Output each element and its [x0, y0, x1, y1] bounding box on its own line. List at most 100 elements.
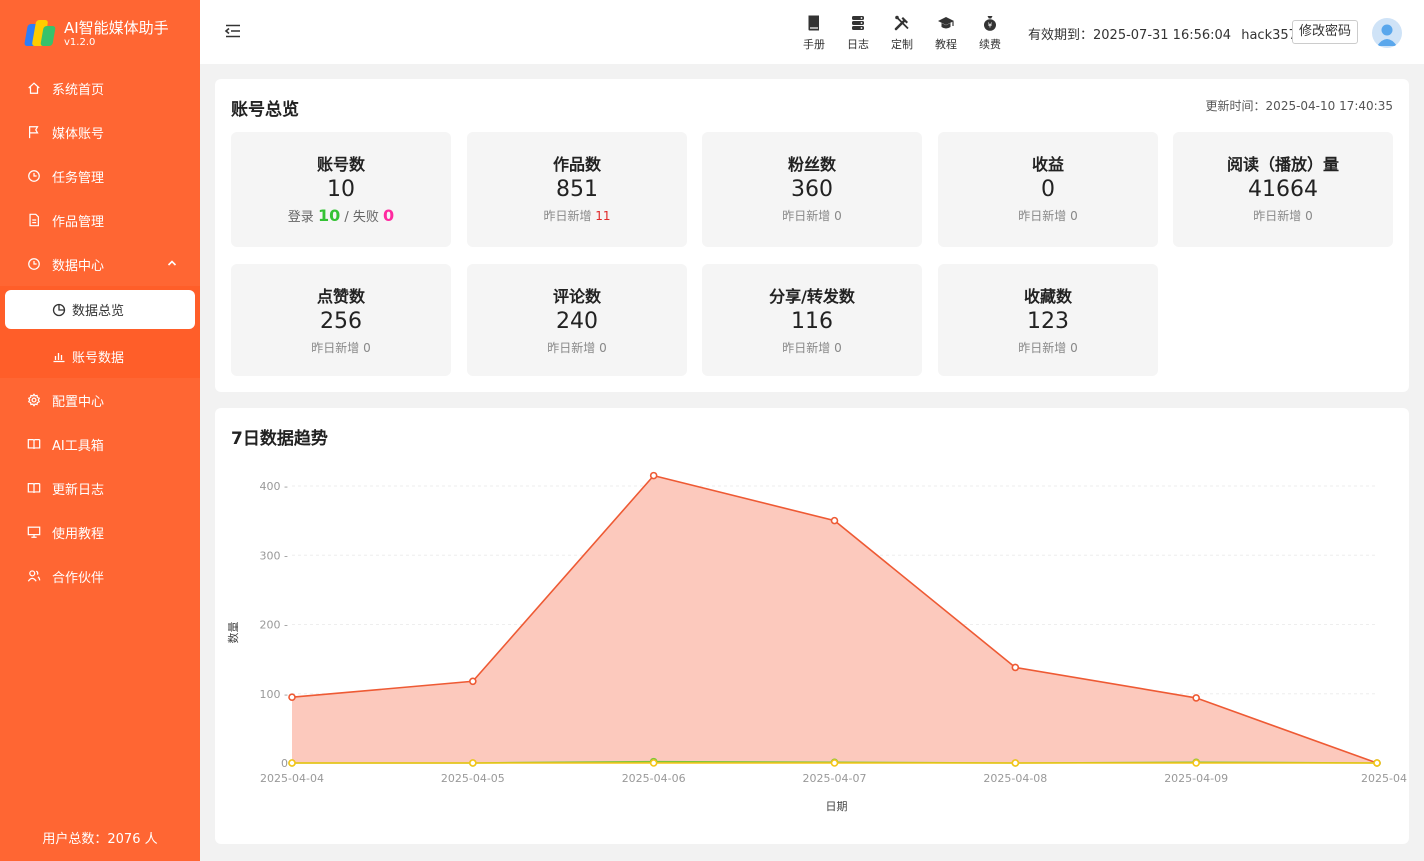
brand[interactable]: AI智能媒体助手 v1.2.0	[24, 14, 169, 54]
sidebar-item-tasks[interactable]: 任务管理	[0, 154, 200, 198]
login-count: 10	[317, 206, 341, 225]
users-icon	[26, 568, 42, 584]
expire-info: 有效期到：2025-07-31 16:56:04 hack357	[1028, 24, 1297, 43]
tutorial-label: 教程	[935, 38, 957, 51]
data-point	[830, 516, 839, 525]
database-icon	[852, 16, 864, 30]
sidebar-item-label: AI工具箱	[52, 438, 104, 454]
sidebar-menu: 系统首页 媒体账号 任务管理 作品管理 数据中心 数据总览 账号数据 配置中心 …	[0, 66, 200, 598]
stat-sub-value: 0	[1305, 209, 1313, 223]
gear-icon	[26, 392, 42, 408]
sidebar-item-label: 数据总览	[72, 304, 125, 319]
stat-sub: 昨日新增 0	[938, 207, 1158, 224]
stat-label: 收藏数	[1023, 287, 1072, 306]
sidebar-item-ai-toolbox[interactable]: AI工具箱	[0, 422, 200, 466]
sidebar-item-label: 合作伙伴	[52, 570, 105, 586]
custom-button[interactable]: 定制	[880, 14, 924, 52]
manual-button[interactable]: 手册	[792, 14, 836, 52]
x-tick-label: 2025-04-08	[983, 772, 1047, 785]
x-tick-label: 2025-04-06	[622, 772, 686, 785]
stat-sub-label: 昨日新增	[1018, 209, 1067, 223]
sidebar-item-media-accounts[interactable]: 媒体账号	[0, 110, 200, 154]
fail-label: 失败	[352, 210, 379, 225]
x-tick-label: 2025-04-04	[260, 772, 324, 785]
stat-label: 作品数	[552, 155, 601, 174]
graduation-cap-icon	[938, 17, 954, 29]
data-point	[1011, 759, 1020, 767]
stat-label: 阅读（播放）量	[1226, 155, 1339, 174]
clock-icon	[26, 256, 42, 272]
sidebar: AI智能媒体助手 v1.2.0 系统首页 媒体账号 任务管理 作品管理 数据中心	[0, 0, 200, 861]
login-label: 登录	[287, 210, 314, 225]
stat-sub-label: 昨日新增	[547, 341, 596, 355]
sidebar-item-label: 媒体账号	[52, 126, 105, 142]
stat-income: 收益 0 昨日新增 0	[938, 132, 1158, 247]
clock-icon	[26, 168, 42, 184]
stat-value: 0	[1041, 177, 1055, 202]
app-name: AI智能媒体助手	[64, 19, 169, 37]
stat-sub: 昨日新增 11	[467, 207, 687, 224]
custom-label: 定制	[891, 38, 913, 51]
update-time: 更新时间：2025-04-10 17:40:35	[1205, 99, 1393, 113]
x-axis-label: 日期	[826, 800, 848, 813]
data-center-submenu: 数据总览 账号数据	[0, 286, 200, 378]
stat-accounts: 账号数 10 登录 10 / 失败 0	[231, 132, 451, 247]
stat-value: 240	[556, 309, 598, 334]
stat-sub-value: 0	[1070, 209, 1078, 223]
separator: /	[344, 210, 349, 225]
stat-sub-label: 昨日新增	[311, 341, 360, 355]
sidebar-item-data-overview[interactable]: 数据总览	[5, 290, 195, 329]
document-icon	[26, 212, 42, 228]
stat-sub-label: 昨日新增	[543, 209, 592, 223]
sidebar-item-label: 配置中心	[52, 394, 105, 410]
log-button[interactable]: 日志	[836, 14, 880, 52]
y-axis-label: 数量	[227, 622, 240, 644]
stat-label: 点赞数	[316, 287, 365, 306]
sidebar-item-home[interactable]: 系统首页	[0, 66, 200, 110]
sidebar-item-data-center[interactable]: 数据中心	[0, 242, 200, 286]
sidebar-item-label: 使用教程	[52, 526, 105, 542]
tutorial-button[interactable]: 教程	[924, 14, 968, 52]
sidebar-item-partners[interactable]: 合作伙伴	[0, 554, 200, 598]
stat-favorites: 收藏数 123 昨日新增 0	[938, 264, 1158, 376]
sidebar-item-label: 系统首页	[52, 82, 105, 98]
sidebar-item-tutorial[interactable]: 使用教程	[0, 510, 200, 554]
stat-value: 256	[320, 309, 362, 334]
y-tick-label: 300 -	[260, 549, 288, 562]
book-icon	[26, 480, 42, 496]
stat-sub-value: 0	[599, 341, 607, 355]
stat-value: 123	[1027, 309, 1069, 334]
login-status: 登录 10 / 失败 0	[231, 206, 451, 225]
stat-comments: 评论数 240 昨日新增 0	[467, 264, 687, 376]
money-bag-icon: ¥	[984, 16, 996, 31]
sidebar-item-label: 账号数据	[72, 350, 125, 366]
avatar[interactable]	[1372, 18, 1402, 48]
sidebar-item-label: 更新日志	[52, 482, 105, 498]
stat-sub-value: 0	[834, 341, 842, 355]
sidebar-item-account-data[interactable]: 账号数据	[0, 334, 200, 378]
sidebar-item-works[interactable]: 作品管理	[0, 198, 200, 242]
stat-value: 360	[791, 177, 833, 202]
renew-label: 续费	[979, 38, 1001, 51]
account-overview-card: 账号总览 更新时间：2025-04-10 17:40:35 账号数 10 登录 …	[215, 79, 1409, 392]
sidebar-item-config[interactable]: 配置中心	[0, 378, 200, 422]
menu-fold-icon[interactable]	[224, 22, 242, 40]
change-password-button[interactable]: 修改密码	[1292, 20, 1359, 44]
x-tick-label: 2025-04	[1361, 772, 1407, 785]
stat-likes: 点赞数 256 昨日新增 0	[231, 264, 451, 376]
y-tick-label: 200 -	[260, 619, 288, 632]
stat-sub: 昨日新增 0	[938, 339, 1158, 356]
sidebar-item-changelog[interactable]: 更新日志	[0, 466, 200, 510]
stat-sub-label: 昨日新增	[782, 341, 831, 355]
x-tick-label: 2025-04-07	[803, 772, 867, 785]
data-point	[469, 677, 477, 686]
stat-sub: 昨日新增 0	[702, 207, 922, 224]
stat-sub-value: 0	[1070, 341, 1078, 355]
data-point	[649, 471, 658, 480]
stat-label: 账号数	[316, 155, 365, 174]
stat-sub: 昨日新增 0	[1173, 207, 1393, 224]
stat-fans: 粉丝数 360 昨日新增 0	[702, 132, 922, 247]
stat-shares: 分享/转发数 116 昨日新增 0	[702, 264, 922, 376]
username: hack357	[1241, 28, 1297, 43]
renew-button[interactable]: ¥ 续费	[968, 14, 1012, 52]
